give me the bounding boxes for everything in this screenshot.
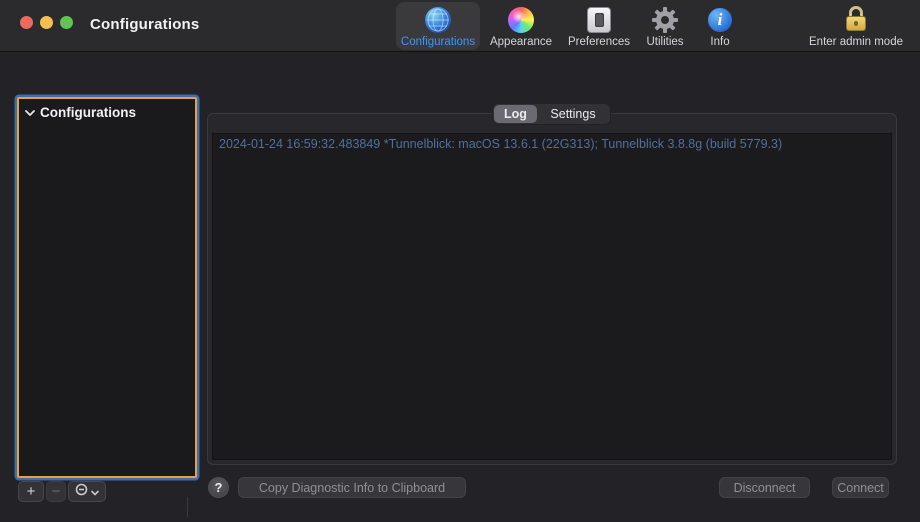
toolbar-item-preferences[interactable]: Preferences bbox=[562, 2, 636, 50]
toolbar-item-enter-admin-mode[interactable]: Enter admin mode bbox=[800, 2, 912, 50]
toolbar-label-appearance: Appearance bbox=[490, 36, 552, 48]
copy-diagnostic-info-button[interactable]: Copy Diagnostic Info to Clipboard bbox=[238, 477, 466, 498]
footer-divider bbox=[187, 497, 188, 517]
configurations-list[interactable]: Configurations bbox=[17, 97, 197, 478]
toolbar-item-configurations[interactable]: Configurations bbox=[396, 2, 480, 50]
toolbar-item-utilities[interactable]: Utilities bbox=[639, 2, 691, 50]
configurations-root-label: Configurations bbox=[40, 105, 136, 120]
toolbar-label-configurations: Configurations bbox=[401, 36, 475, 48]
configuration-action-menu-button[interactable] bbox=[68, 481, 106, 502]
toolbar-item-appearance[interactable]: Appearance bbox=[487, 2, 555, 50]
preferences-panel-icon bbox=[587, 5, 611, 35]
zoom-window-button[interactable] bbox=[60, 16, 73, 29]
color-wheel-icon bbox=[508, 5, 534, 35]
toolbar-label-utilities: Utilities bbox=[646, 36, 683, 48]
add-configuration-button[interactable]: + bbox=[18, 481, 44, 502]
toolbar-item-info[interactable]: i Info bbox=[701, 2, 739, 50]
configurations-root-row[interactable]: Configurations bbox=[19, 99, 195, 120]
window-title: Configurations bbox=[90, 16, 199, 33]
remove-configuration-button[interactable]: − bbox=[46, 481, 66, 502]
globe-icon bbox=[425, 5, 451, 35]
log-line: 2024-01-24 16:59:32.483849 *Tunnelblick:… bbox=[213, 134, 891, 151]
tab-log[interactable]: Log bbox=[494, 105, 537, 123]
close-window-button[interactable] bbox=[20, 16, 33, 29]
toolbar-label-preferences: Preferences bbox=[568, 36, 630, 48]
lock-icon bbox=[845, 5, 867, 35]
log-settings-tabs: Log Settings bbox=[492, 103, 611, 125]
chevron-down-icon bbox=[91, 483, 99, 500]
gear-icon bbox=[651, 5, 679, 35]
info-icon: i bbox=[708, 5, 732, 35]
help-button[interactable]: ? bbox=[208, 477, 229, 498]
gear-menu-icon bbox=[75, 483, 88, 500]
tunnelblick-window: Configurations Configurations bbox=[0, 0, 920, 522]
toolbar-label-info: Info bbox=[710, 36, 729, 48]
minimize-window-button[interactable] bbox=[40, 16, 53, 29]
toolbar-label-enter-admin-mode: Enter admin mode bbox=[809, 36, 903, 48]
chevron-down-icon[interactable] bbox=[25, 109, 35, 117]
disconnect-button[interactable]: Disconnect bbox=[719, 477, 810, 498]
log-output[interactable]: 2024-01-24 16:59:32.483849 *Tunnelblick:… bbox=[212, 133, 892, 460]
log-panel: 2024-01-24 16:59:32.483849 *Tunnelblick:… bbox=[207, 113, 897, 465]
titlebar: Configurations Configurations bbox=[0, 0, 920, 52]
tab-settings[interactable]: Settings bbox=[537, 105, 609, 123]
connect-button[interactable]: Connect bbox=[832, 477, 889, 498]
